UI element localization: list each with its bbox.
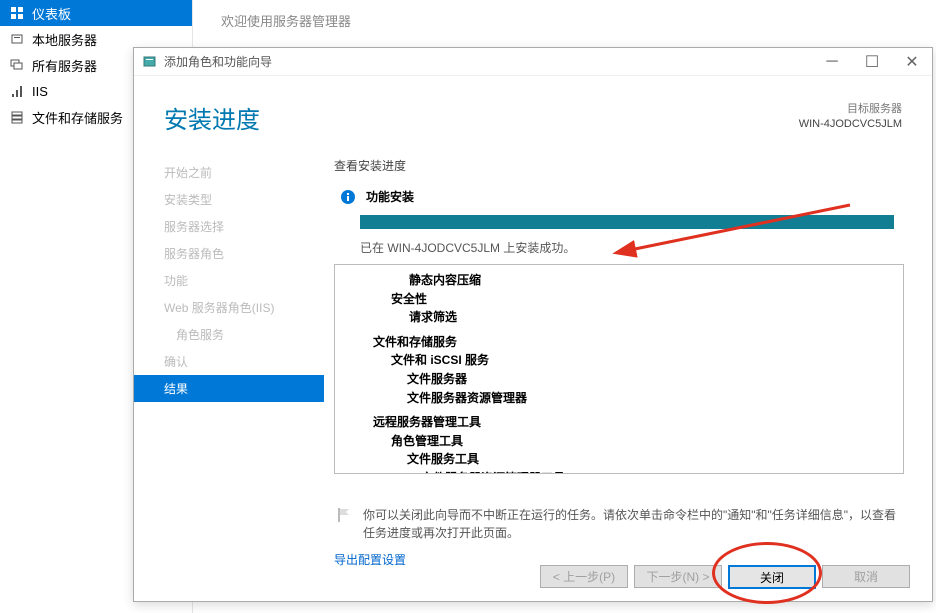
sidebar-item-label: IIS [32,84,48,99]
target-server-info: 目标服务器 WIN-4JODCVC5JLM [799,100,902,130]
dialog-title: 添加角色和功能向导 [164,53,812,70]
dashboard-icon [10,6,24,20]
welcome-text: 欢迎使用服务器管理器 [221,11,351,30]
server-icon [10,32,24,46]
step-confirm: 确认 [134,348,324,375]
tree-item: 安全性 [343,290,895,309]
progress-bar [360,215,894,229]
dialog-header: 安装进度 目标服务器 WIN-4JODCVC5JLM [134,76,932,151]
dialog-footer: < 上一步(P) 下一步(N) > 关闭 取消 [540,565,910,589]
window-close-button[interactable]: ✕ [892,48,932,76]
tree-item: 角色管理工具 [343,432,895,451]
flag-icon [335,506,353,524]
step-iis-role: Web 服务器角色(IIS) [134,294,324,321]
sidebar-item-label: 仪表板 [32,4,71,23]
welcome-header: 欢迎使用服务器管理器 [193,0,936,40]
step-results[interactable]: 结果 [134,375,324,402]
notice-area: 你可以关闭此向导而不中断正在运行的任务。请依次单击命令栏中的"通知"和"任务详细… [134,491,932,568]
status-text: 功能安装 [366,188,414,205]
target-label: 目标服务器 [799,100,902,116]
export-config-link[interactable]: 导出配置设置 [334,551,406,568]
wizard-icon [142,54,158,70]
install-success-text: 已在 WIN-4JODCVC5JLM 上安装成功。 [360,239,906,256]
step-server-roles: 服务器角色 [134,240,324,267]
dialog-titlebar[interactable]: 添加角色和功能向导 ─ ☐ ✕ [134,48,932,76]
result-tree[interactable]: 静态内容压缩 安全性 请求筛选 文件和存储服务 文件和 iSCSI 服务 文件服… [334,264,904,474]
notice-box: 你可以关闭此向导而不中断正在运行的任务。请依次单击命令栏中的"通知"和"任务详细… [334,505,906,543]
next-button: 下一步(N) > [634,565,722,588]
step-before: 开始之前 [134,159,324,186]
sidebar-item-label: 文件和存储服务 [32,108,123,127]
dialog-content: 查看安装进度 功能安装 已在 WIN-4JODCVC5JLM 上安装成功。 静态… [324,151,932,491]
close-button[interactable]: 关闭 [728,565,816,589]
dialog-main: 开始之前 安装类型 服务器选择 服务器角色 功能 Web 服务器角色(IIS) … [134,151,932,491]
sidebar-item-dashboard[interactable]: 仪表板 [0,0,192,26]
sidebar-item-label: 本地服务器 [32,30,97,49]
tree-item: 文件服务工具 [343,450,895,469]
prev-button: < 上一步(P) [540,565,628,588]
tree-item: 请求筛选 [343,308,895,327]
tree-item: 文件和存储服务 [343,333,895,352]
tree-item: 静态内容压缩 [343,271,895,290]
maximize-button[interactable]: ☐ [852,48,892,76]
info-icon [340,189,356,205]
tree-item: 文件服务器资源管理器工具 [343,469,895,474]
add-roles-wizard-dialog: 添加角色和功能向导 ─ ☐ ✕ 安装进度 目标服务器 WIN-4JODCVC5J… [133,47,933,602]
step-features: 功能 [134,267,324,294]
tree-item: 文件和 iSCSI 服务 [343,351,895,370]
step-role-services: 角色服务 [134,321,324,348]
tree-item: 文件服务器 [343,370,895,389]
tree-item: 远程服务器管理工具 [343,413,895,432]
dialog-body: 安装进度 目标服务器 WIN-4JODCVC5JLM 开始之前 安装类型 服务器… [134,76,932,601]
step-install-type: 安装类型 [134,186,324,213]
cancel-button: 取消 [822,565,910,588]
target-name: WIN-4JODCVC5JLM [799,118,902,130]
wizard-steps: 开始之前 安装类型 服务器选择 服务器角色 功能 Web 服务器角色(IIS) … [134,151,324,491]
dialog-heading: 安装进度 [164,100,260,135]
minimize-button[interactable]: ─ [812,48,852,76]
step-server-select: 服务器选择 [134,213,324,240]
sidebar-item-label: 所有服务器 [32,56,97,75]
iis-icon [10,84,24,98]
status-row: 功能安装 [340,188,906,205]
tree-item: 文件服务器资源管理器 [343,389,895,408]
servers-icon [10,58,24,72]
content-title: 查看安装进度 [334,157,906,174]
notice-text: 你可以关闭此向导而不中断正在运行的任务。请依次单击命令栏中的"通知"和"任务详细… [363,506,905,542]
storage-icon [10,110,24,124]
